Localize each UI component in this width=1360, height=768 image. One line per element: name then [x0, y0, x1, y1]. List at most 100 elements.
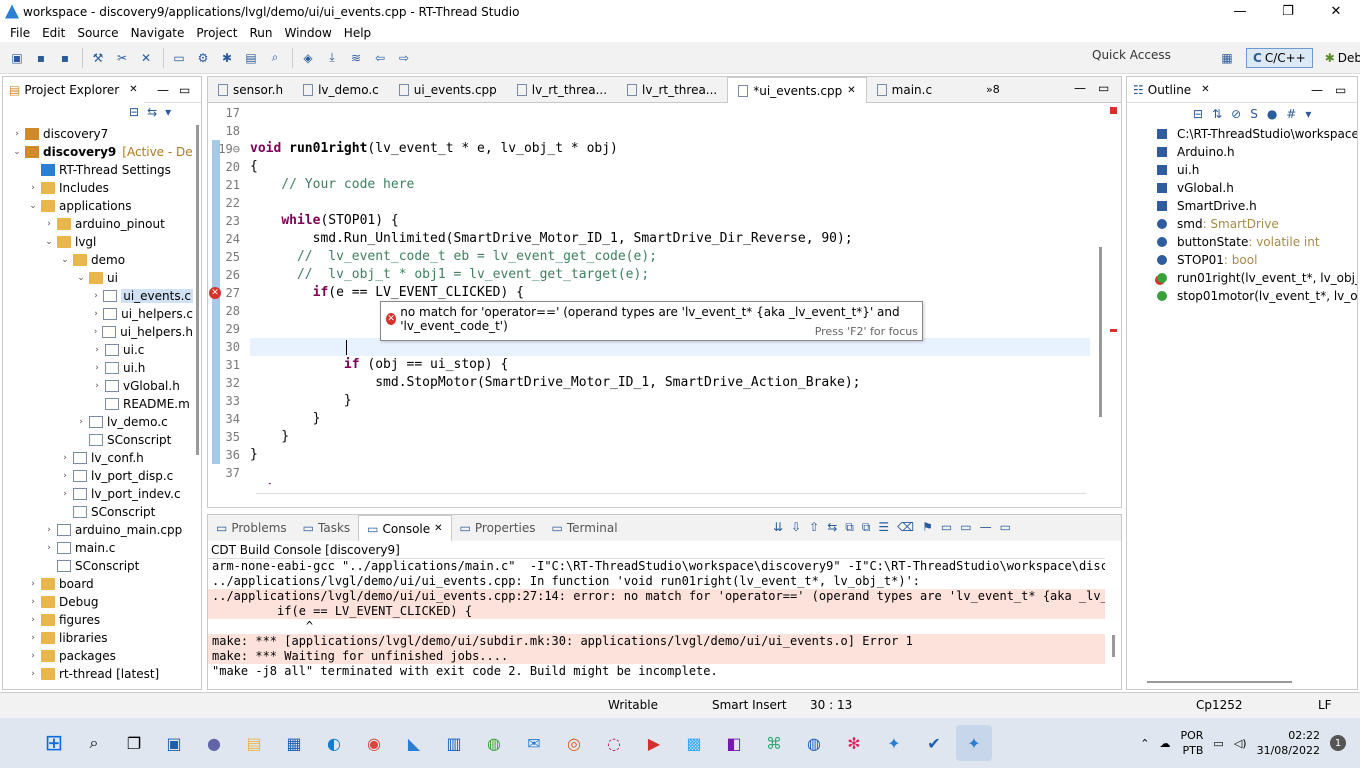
quick-access-field[interactable]: Quick Access [1092, 48, 1171, 62]
tree-toggle-icon[interactable]: › [59, 471, 71, 481]
rt-thread-studio-icon[interactable]: ✦ [876, 725, 912, 761]
menu-help[interactable]: Help [338, 26, 377, 40]
tree-toggle-icon[interactable]: ⌄ [43, 237, 55, 247]
mail-icon[interactable]: ✉ [516, 725, 552, 761]
perspective-debug[interactable]: ✱Debug [1319, 49, 1360, 67]
vertical-scrollbar[interactable] [1099, 247, 1102, 417]
settings-icon[interactable]: ⚙ [192, 47, 214, 69]
menu-file[interactable]: File [4, 26, 36, 40]
menu-run[interactable]: Run [243, 26, 278, 40]
notepad-icon[interactable]: ▥ [436, 725, 472, 761]
maximize-view-icon[interactable]: ▭ [179, 83, 190, 97]
ubuntu-icon[interactable]: ◎ [556, 725, 592, 761]
hide-static-icon[interactable]: S [1250, 107, 1258, 121]
outline-tab[interactable]: ☷ Outline ✕ [1127, 83, 1216, 97]
maximize-view-icon[interactable]: ▭ [1098, 81, 1109, 95]
maximize-view-icon[interactable]: ▭ [1000, 520, 1011, 535]
tree-toggle-icon[interactable]: › [91, 345, 103, 355]
chrome-icon[interactable]: ◉ [356, 725, 392, 761]
editor-tab[interactable]: *ui_events.cpp ✕ [727, 77, 867, 103]
scroll-lock-icon[interactable]: ⇊ [773, 520, 783, 535]
perspective-cpp[interactable]: C C/C++ [1246, 48, 1313, 68]
outline-item[interactable]: smd : SmartDrive [1127, 215, 1357, 233]
tree-item[interactable]: › ui.c [3, 341, 193, 359]
tree-item[interactable]: › Includes [3, 179, 193, 197]
close-button[interactable]: ✕ [1312, 0, 1360, 23]
console-view-tab[interactable]: ▭ Terminal [544, 521, 626, 535]
editor-tab[interactable]: sensor.h [208, 77, 293, 103]
vscode-icon[interactable]: ◣ [396, 725, 432, 761]
menu-project[interactable]: Project [190, 26, 243, 40]
copy-icon[interactable]: ⧉ [845, 520, 854, 535]
horizontal-scrollbar[interactable] [256, 493, 1086, 501]
console-view-tab[interactable]: ▭ Problems [208, 521, 295, 535]
tree-item[interactable]: ⌄ ui [3, 269, 193, 287]
view-menu-icon[interactable]: ▾ [165, 105, 171, 119]
tree-toggle-icon[interactable]: › [27, 615, 39, 625]
tree-toggle-icon[interactable]: › [91, 363, 103, 373]
tree-item[interactable]: › packages [3, 647, 193, 665]
tree-item[interactable]: › vGlobal.h [3, 377, 193, 395]
network-tool-icon[interactable]: ⌘ [756, 725, 792, 761]
tree-item[interactable]: RT-Thread Settings [3, 161, 193, 179]
network-icon[interactable]: ▭ [1213, 737, 1223, 750]
close-icon[interactable]: ✕ [434, 523, 442, 534]
file-explorer-icon[interactable]: ▤ [236, 725, 272, 761]
open-perspective-icon[interactable]: ▦ [1216, 47, 1238, 69]
cloud-icon[interactable]: ☁ [1159, 737, 1170, 750]
link-icon[interactable]: ⇆ [827, 520, 837, 535]
minimize-view-icon[interactable]: — [157, 83, 169, 97]
media-player-icon[interactable]: ▶ [636, 725, 672, 761]
tree-toggle-icon[interactable]: › [91, 309, 101, 319]
language-indicator[interactable]: POR PTB [1180, 728, 1203, 758]
tree-item[interactable]: › ui_helpers.h [3, 323, 193, 341]
maximize-view-icon[interactable]: ▭ [1335, 83, 1346, 97]
tree-item[interactable]: › libraries [3, 629, 193, 647]
tree-item[interactable]: › main.c [3, 539, 193, 557]
tree-toggle-icon[interactable]: › [75, 417, 87, 427]
pin-icon[interactable]: ⚑ [922, 520, 933, 535]
tree-item[interactable]: › rt-thread [latest] [3, 665, 193, 683]
editor-tab[interactable]: lv_demo.c [293, 77, 389, 103]
clean-icon[interactable]: ✕ [135, 47, 157, 69]
tag-icon[interactable]: ◈ [297, 47, 319, 69]
monitor-icon[interactable]: ▭ [168, 47, 190, 69]
editor-tab[interactable]: lv_rt_threa... [617, 77, 727, 103]
save-icon[interactable]: ▪ [30, 47, 52, 69]
tree-item[interactable]: SConscript [3, 503, 193, 521]
outline-item[interactable]: STOP01 : bool [1127, 251, 1357, 269]
sort-icon[interactable]: ⇅ [1212, 107, 1222, 121]
new-icon[interactable]: ▣ [6, 47, 28, 69]
outline-item[interactable]: vGlobal.h [1127, 179, 1357, 197]
keil-icon[interactable]: ✔ [916, 725, 952, 761]
tree-item[interactable]: › board [3, 575, 193, 593]
minimize-view-icon[interactable]: — [1311, 83, 1323, 97]
save-all-icon[interactable]: ▪ [54, 47, 76, 69]
tree-toggle-icon[interactable]: › [91, 381, 103, 391]
search-icon[interactable]: ⌕ [76, 725, 112, 761]
notification-badge[interactable]: 1 [1330, 735, 1346, 751]
tree-toggle-icon[interactable]: ⌄ [75, 273, 87, 283]
minimize-view-icon[interactable]: — [1074, 81, 1086, 95]
tree-item[interactable]: › lv_demo.c [3, 413, 193, 431]
project-explorer-tab[interactable]: ▤ Project Explorer ✕ [3, 76, 144, 103]
editor-tab[interactable]: main.c [867, 77, 942, 103]
hide-fields-icon[interactable]: ⊘ [1231, 107, 1241, 121]
tree-item[interactable]: › arduino_pinout [3, 215, 193, 233]
slack-icon[interactable]: ✻ [836, 725, 872, 761]
tree-item[interactable]: › arduino_main.cpp [3, 521, 193, 539]
console-output[interactable]: arm-none-eabi-gcc "../applications/main.… [208, 558, 1105, 679]
menu-navigate[interactable]: Navigate [125, 26, 191, 40]
tree-toggle-icon[interactable]: › [27, 597, 39, 607]
tree-item[interactable]: ⌄ lvgl [3, 233, 193, 251]
tree-toggle-icon[interactable]: › [91, 291, 101, 301]
menu-window[interactable]: Window [278, 26, 337, 40]
bug-icon[interactable]: ✱ [216, 47, 238, 69]
console-view-tab[interactable]: ▭ Properties [452, 521, 544, 535]
tree-toggle-icon[interactable]: › [59, 489, 71, 499]
tree-item[interactable]: SConscript [3, 557, 193, 575]
maps-icon[interactable]: ◍ [476, 725, 512, 761]
group-icon[interactable]: # [1286, 107, 1296, 121]
tree-item[interactable]: ⌄ discovery9 [Active - De [3, 143, 193, 161]
prev-icon[interactable]: ⇧ [809, 520, 819, 535]
